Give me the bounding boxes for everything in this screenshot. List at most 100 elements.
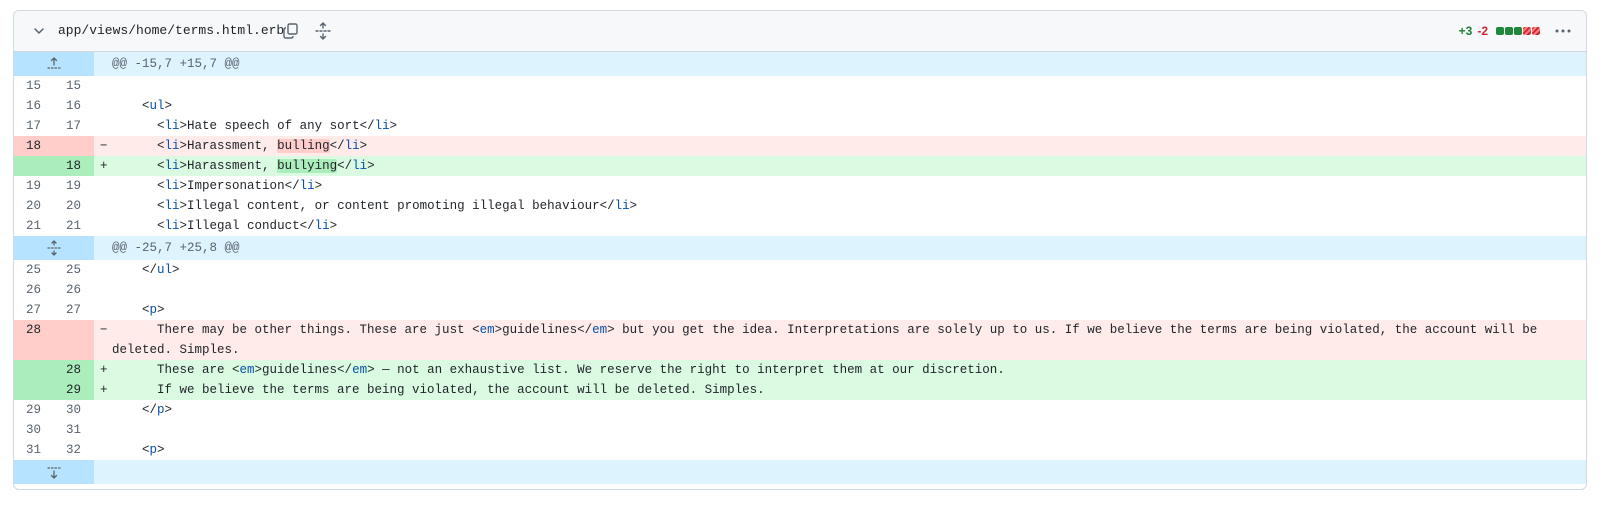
new-line-number[interactable]: 29 — [54, 380, 94, 400]
addition-marker: + — [100, 383, 108, 397]
hunk-header-text: @@ -15,7 +15,7 @@ — [112, 57, 240, 71]
code-text: <p> — [112, 440, 1572, 460]
code-segment: > — [367, 159, 375, 173]
hunk-header-row: @@ -15,7 +15,7 @@ — [14, 52, 1586, 76]
html-tag-name: p — [149, 303, 158, 317]
old-line-number[interactable]: 19 — [14, 176, 54, 196]
hunk-header-row — [14, 460, 1586, 484]
new-line-number[interactable]: 21 — [54, 216, 94, 236]
html-tag-name: li — [374, 119, 390, 133]
new-line-number[interactable]: 16 — [54, 96, 94, 116]
code-segment: These are < — [112, 363, 240, 377]
diff-line-added: 18 + <li>Harassment, bullying</li> — [14, 156, 1586, 176]
diff-line-context: 31 32 <p> — [14, 440, 1586, 460]
hunk-expand-gutter[interactable] — [14, 460, 94, 484]
old-line-number[interactable]: 26 — [14, 280, 54, 300]
html-tag-name: li — [314, 219, 330, 233]
new-line-number[interactable]: 26 — [54, 280, 94, 300]
old-line-number[interactable]: 17 — [14, 116, 54, 136]
html-tag-name: li — [164, 119, 180, 133]
old-line-number[interactable]: 31 — [14, 440, 54, 460]
html-tag-name: ul — [157, 263, 173, 277]
code-segment: > — [172, 263, 180, 277]
code-segment: < — [112, 99, 150, 113]
old-line-number[interactable]: 20 — [14, 196, 54, 216]
diffstat-added-block — [1514, 27, 1522, 35]
code-segment: </ — [112, 263, 158, 277]
old-line-number[interactable]: 21 — [14, 216, 54, 236]
diffstat-deleted-block — [1532, 27, 1540, 35]
code-text: <p> — [112, 300, 1572, 320]
new-line-number[interactable]: 30 — [54, 400, 94, 420]
new-line-number[interactable]: 32 — [54, 440, 94, 460]
code-text: <li>Impersonation</li> — [112, 176, 1572, 196]
diff-line-deleted: 28 − There may be other things. These are… — [14, 320, 1586, 360]
diff-line-context: 20 20 <li>Illegal content, or content pro… — [14, 196, 1586, 216]
expand-up-icon[interactable] — [47, 56, 61, 72]
copy-icon[interactable] — [282, 22, 300, 40]
new-line-number[interactable]: 25 — [54, 260, 94, 280]
hunk-expand-gutter[interactable] — [14, 236, 94, 260]
html-tag-name: li — [164, 139, 180, 153]
code-segment: < — [112, 159, 165, 173]
code-text: There may be other things. These are jus… — [112, 320, 1572, 360]
new-line-number[interactable]: 18 — [54, 156, 94, 176]
old-line-number[interactable] — [14, 360, 54, 380]
more-options-icon[interactable] — [1554, 23, 1572, 39]
old-line-number[interactable]: 16 — [14, 96, 54, 116]
new-line-number[interactable]: 28 — [54, 360, 94, 380]
html-tag-name: li — [344, 139, 360, 153]
diff-line-context: 15 15 — [14, 76, 1586, 96]
diff-line-context: 25 25 </ul> — [14, 260, 1586, 280]
html-tag-name: em — [592, 323, 608, 337]
changed-word-highlight: bulling — [277, 139, 330, 153]
code-segment: > — [389, 119, 398, 133]
old-line-number[interactable]: 18 — [14, 136, 54, 156]
new-line-number[interactable]: 31 — [54, 420, 94, 440]
expand-all-icon[interactable] — [314, 22, 332, 40]
new-line-number[interactable]: 17 — [54, 116, 94, 136]
diff-line-added: 29 + If we believe the terms are being vi… — [14, 380, 1586, 400]
old-line-number[interactable] — [14, 156, 54, 176]
old-line-number[interactable]: 27 — [14, 300, 54, 320]
old-line-number[interactable]: 29 — [14, 400, 54, 420]
expand-down-icon[interactable] — [47, 464, 61, 480]
code-segment: >Illegal conduct</ — [179, 219, 315, 233]
new-line-number[interactable]: 19 — [54, 176, 94, 196]
code-segment: < — [112, 443, 150, 457]
hunk-expand-gutter[interactable] — [14, 52, 94, 76]
html-tag-name: li — [164, 179, 180, 193]
old-line-number[interactable] — [14, 380, 54, 400]
new-line-number[interactable] — [54, 136, 94, 156]
code-segment: >Harassment, — [179, 159, 278, 173]
diff-stats: +3 -2 — [1459, 23, 1540, 39]
hunk-header-text: @@ -25,7 +25,8 @@ — [112, 241, 240, 255]
new-line-number[interactable]: 20 — [54, 196, 94, 216]
deletions-count: -2 — [1477, 24, 1488, 38]
diff-line-context: 26 26 — [14, 280, 1586, 300]
code-segment: < — [112, 199, 165, 213]
deletion-marker: − — [100, 323, 108, 337]
chevron-down-icon[interactable] — [31, 23, 47, 39]
deletion-marker: − — [100, 139, 108, 153]
old-line-number[interactable]: 28 — [14, 320, 54, 360]
file-path[interactable]: app/views/home/terms.html.erb — [58, 23, 284, 39]
html-tag-name: p — [157, 403, 165, 417]
code-segment: If we believe the terms are being violat… — [112, 383, 765, 397]
expand-both-icon[interactable] — [47, 240, 61, 256]
old-line-number[interactable]: 30 — [14, 420, 54, 440]
html-tag-name: li — [164, 219, 180, 233]
code-text: <ul> — [112, 96, 1572, 116]
new-line-number[interactable] — [54, 320, 94, 360]
additions-count: +3 — [1458, 24, 1473, 38]
code-segment: > — [314, 179, 323, 193]
new-line-number[interactable]: 27 — [54, 300, 94, 320]
changed-word-highlight: bullying — [277, 159, 338, 173]
old-line-number[interactable]: 25 — [14, 260, 54, 280]
code-segment: </ — [329, 139, 345, 153]
code-segment: >Harassment, — [179, 139, 278, 153]
code-segment: < — [112, 119, 165, 133]
old-line-number[interactable]: 15 — [14, 76, 54, 96]
html-tag-name: li — [614, 199, 630, 213]
new-line-number[interactable]: 15 — [54, 76, 94, 96]
